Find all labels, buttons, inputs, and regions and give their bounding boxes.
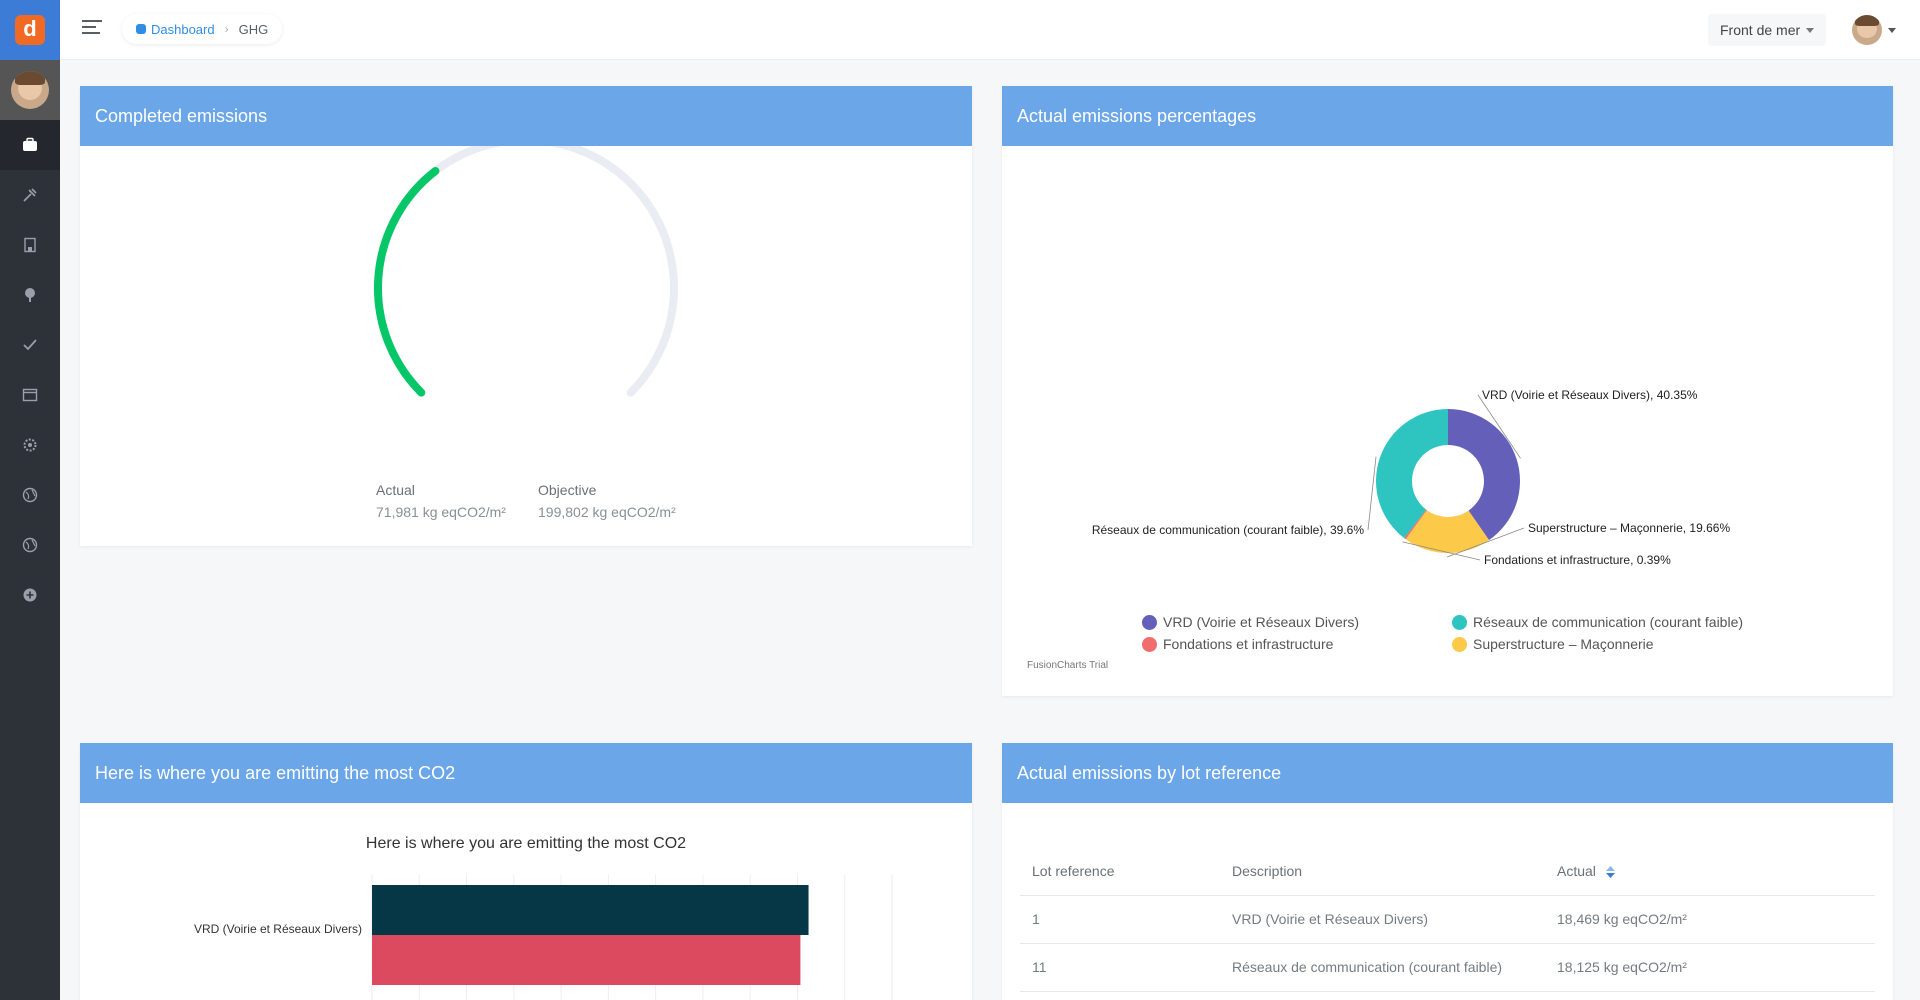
column-header-description[interactable]: Description — [1220, 853, 1545, 896]
emissions-percentages-card: Actual emissions percentages VRD (Voirie… — [1002, 86, 1893, 696]
cell-description: VRD (Voirie et Réseaux Divers) — [1220, 895, 1545, 944]
most-co2-card: Here is where you are emitting the most … — [80, 743, 972, 1000]
sidebar-item-settings[interactable] — [0, 420, 60, 470]
donut-data-label: Fondations et infrastructure, 0.39% — [1484, 553, 1671, 567]
sidebar: d — [0, 0, 60, 1000]
user-avatar — [1852, 15, 1882, 45]
gauge-actual-value: 71,981 kg eqCO2/m² — [376, 504, 506, 520]
legend-item[interactable]: Fondations et infrastructure — [1142, 636, 1333, 652]
donut-data-label: Superstructure – Maçonnerie, 19.66% — [1528, 521, 1730, 535]
card-title: Actual emissions percentages — [1002, 86, 1893, 146]
table-row[interactable]: 1 VRD (Voirie et Réseaux Divers) 18,469 … — [1020, 895, 1875, 944]
breadcrumb-separator-icon: › — [224, 22, 229, 36]
briefcase-icon — [23, 137, 37, 151]
donut-data-label: VRD (Voirie et Réseaux Divers), 40.35% — [1482, 388, 1698, 402]
sidebar-item-dashboard[interactable] — [0, 120, 60, 170]
lot-table: Lot reference Description Actual 1 VRD (… — [1020, 853, 1875, 992]
bar-category-label: VRD (Voirie et Réseaux Divers) — [194, 922, 362, 936]
sidebar-item-building[interactable] — [0, 220, 60, 270]
gauge-actual-label: Actual — [376, 482, 415, 498]
legend-dot — [1452, 636, 1467, 652]
bar-chart-title: Here is where you are emitting the most … — [366, 835, 686, 852]
caret-down-icon — [1806, 27, 1814, 33]
gauge-objective-value: 199,802 kg eqCO2/m² — [538, 504, 676, 520]
legend-dot — [1452, 614, 1467, 630]
card-title: Actual emissions by lot reference — [1002, 743, 1893, 803]
topbar: Dashboard › GHG Front de mer — [60, 0, 1920, 60]
menu-toggle-icon[interactable] — [82, 20, 104, 38]
legend-item[interactable]: Réseaux de communication (courant faible… — [1452, 614, 1743, 630]
sort-icon[interactable] — [1605, 866, 1615, 879]
project-select[interactable]: Front de mer — [1708, 14, 1826, 46]
cell-actual: 18,125 kg eqCO2/m² — [1545, 943, 1875, 992]
card-title: Completed emissions — [80, 86, 972, 146]
legend-label: Fondations et infrastructure — [1163, 636, 1334, 652]
sidebar-item-tools[interactable] — [0, 170, 60, 220]
breadcrumb-home[interactable]: Dashboard — [136, 22, 215, 37]
caret-down-icon — [1888, 27, 1896, 33]
plus-circle-icon — [23, 588, 37, 602]
column-header-actual[interactable]: Actual — [1545, 853, 1875, 896]
dashboard-icon — [136, 24, 146, 34]
window-icon — [22, 388, 38, 402]
sidebar-item-environment[interactable] — [0, 270, 60, 320]
column-header-lot[interactable]: Lot reference — [1020, 853, 1220, 896]
gauge-progress — [374, 166, 440, 397]
legend-label: Superstructure – Maçonnerie — [1473, 636, 1654, 652]
cell-lot: 1 — [1020, 895, 1220, 944]
table-row[interactable]: 11 Réseaux de communication (courant fai… — [1020, 943, 1875, 992]
emissions-donut-chart: VRD (Voirie et Réseaux Divers), 40.35% Su… — [1092, 388, 1731, 567]
completed-emissions-card: Completed emissions Actual 71,981 kg eqC… — [80, 86, 972, 546]
gauge-actual: Actual 71,981 kg eqCO2/m² — [376, 482, 506, 520]
cell-actual: 18,469 kg eqCO2/m² — [1545, 895, 1875, 944]
globe-icon — [22, 487, 38, 503]
sidebar-item-add[interactable] — [0, 570, 60, 620]
emissions-gauge — [374, 146, 678, 397]
avatar — [11, 71, 49, 109]
gear-icon — [23, 438, 37, 452]
check-icon — [23, 339, 37, 351]
project-select-value: Front de mer — [1720, 22, 1801, 38]
legend-dot — [1142, 614, 1157, 630]
legend-item[interactable]: VRD (Voirie et Réseaux Divers) — [1142, 614, 1359, 630]
tree-icon — [25, 288, 35, 302]
sidebar-item-globe-alt[interactable] — [0, 520, 60, 570]
sidebar-item-globe[interactable] — [0, 470, 60, 520]
logo-icon: d — [15, 15, 45, 45]
card-title: Here is where you are emitting the most … — [80, 743, 972, 803]
emissions-by-lot-card: Actual emissions by lot reference Lot re… — [1002, 743, 1893, 1000]
breadcrumb-home-label: Dashboard — [151, 21, 215, 37]
bar[interactable] — [372, 885, 809, 935]
bar[interactable] — [372, 935, 801, 985]
donut-data-label: Réseaux de communication (courant faible… — [1092, 523, 1364, 537]
sidebar-item-windows[interactable] — [0, 370, 60, 420]
legend-label: Réseaux de communication (courant faible… — [1473, 614, 1744, 630]
fusioncharts-trial-label: FusionCharts Trial — [1027, 660, 1109, 671]
globe-alt-icon — [22, 537, 38, 553]
gauge-objective-label: Objective — [538, 482, 597, 498]
table-header-row: Lot reference Description Actual — [1020, 853, 1875, 896]
gauge-objective: Objective 199,802 kg eqCO2/m² — [538, 482, 676, 520]
column-header-actual-label: Actual — [1557, 862, 1596, 879]
most-co2-bar-chart: Here is where you are emitting the most … — [194, 835, 893, 1000]
donut-label-connector — [1367, 456, 1377, 531]
breadcrumb: Dashboard › GHG — [122, 14, 283, 44]
cell-description: Réseaux de communication (courant faible… — [1220, 943, 1545, 992]
legend-label: VRD (Voirie et Réseaux Divers) — [1163, 614, 1360, 630]
legend-item[interactable]: Superstructure – Maçonnerie — [1452, 636, 1654, 652]
user-menu[interactable] — [1852, 15, 1896, 45]
legend-dot — [1142, 636, 1157, 652]
sidebar-avatar[interactable] — [0, 60, 60, 120]
brand-logo[interactable]: d — [0, 0, 60, 60]
building-icon — [24, 237, 36, 253]
breadcrumb-current: GHG — [238, 21, 269, 37]
cell-lot: 11 — [1020, 943, 1220, 992]
tools-icon — [23, 188, 37, 202]
sidebar-item-tasks[interactable] — [0, 320, 60, 370]
